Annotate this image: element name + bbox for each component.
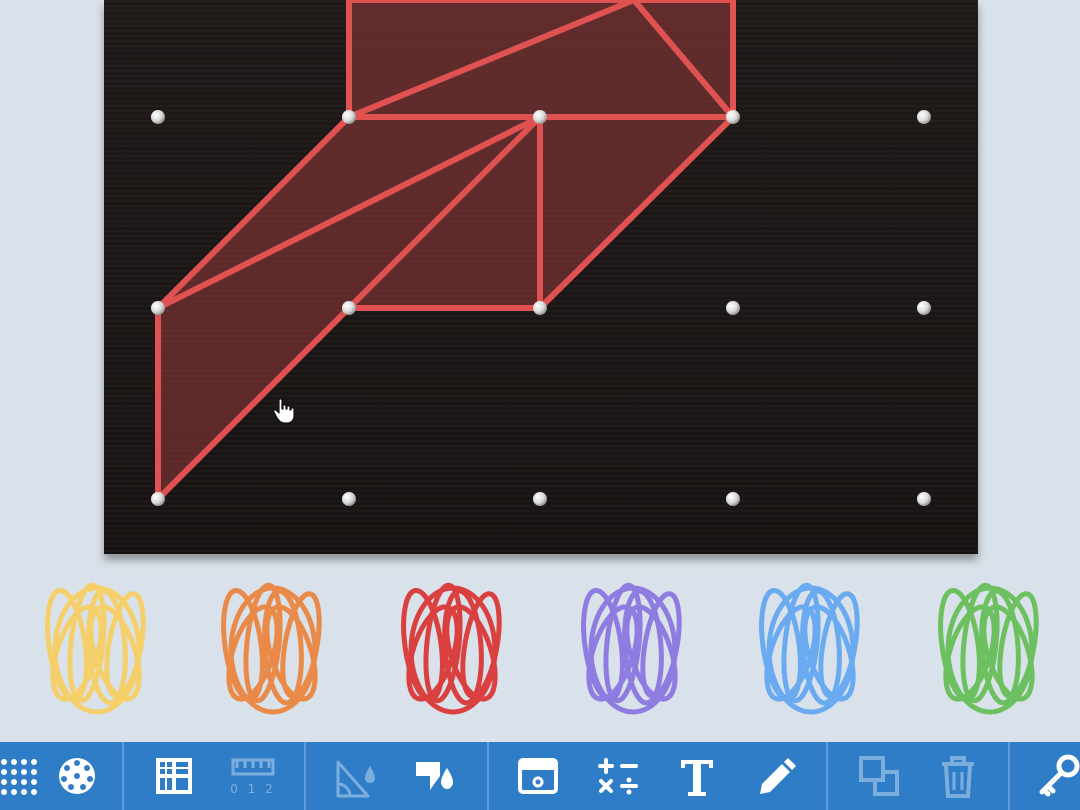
peg[interactable] bbox=[726, 492, 740, 506]
pencil-button[interactable] bbox=[752, 752, 800, 800]
band-pile-green[interactable] bbox=[930, 575, 1050, 720]
toolbar-divider bbox=[487, 742, 489, 810]
toolbar-divider bbox=[122, 742, 124, 810]
grid-lines-button[interactable] bbox=[150, 752, 198, 800]
peg[interactable] bbox=[342, 301, 356, 315]
toolbar-divider bbox=[1008, 742, 1010, 810]
peg[interactable] bbox=[151, 301, 165, 315]
rubber-band-icon bbox=[759, 582, 860, 715]
rubber-band-icon bbox=[221, 582, 322, 715]
peg[interactable] bbox=[533, 301, 547, 315]
peg[interactable] bbox=[151, 110, 165, 124]
text-icon bbox=[681, 760, 713, 796]
ruler-button[interactable]: 0 1 2 bbox=[229, 752, 277, 800]
duplicate-icon bbox=[859, 756, 899, 796]
grid-lines-icon bbox=[156, 758, 192, 794]
circle-dots-icon bbox=[59, 758, 95, 794]
text-tool-button[interactable] bbox=[673, 752, 721, 800]
grid-dots-icon bbox=[1, 759, 37, 795]
trash-icon bbox=[942, 756, 974, 798]
hand-cursor-icon bbox=[273, 398, 295, 424]
pencil-icon bbox=[760, 758, 796, 794]
delete-button[interactable] bbox=[934, 752, 982, 800]
ruler-numbers: 0 1 2 bbox=[230, 782, 276, 796]
fill-paint-icon bbox=[416, 762, 453, 790]
hide-board-icon bbox=[518, 758, 558, 794]
angle-measure-button[interactable] bbox=[334, 752, 382, 800]
band-pile-red[interactable] bbox=[393, 575, 513, 720]
math-operations-icon bbox=[598, 758, 638, 795]
peg[interactable] bbox=[917, 110, 931, 124]
peg[interactable] bbox=[151, 492, 165, 506]
math-operations-button[interactable] bbox=[594, 752, 642, 800]
peg[interactable] bbox=[917, 301, 931, 315]
geoboard[interactable] bbox=[104, 0, 978, 554]
peg[interactable] bbox=[533, 110, 547, 124]
rubber-band-icon bbox=[45, 582, 146, 715]
peg[interactable] bbox=[726, 301, 740, 315]
band-shape-top[interactable] bbox=[346, 0, 736, 120]
band-pile-orange[interactable] bbox=[213, 575, 333, 720]
toolbar-divider bbox=[304, 742, 306, 810]
duplicate-button[interactable] bbox=[855, 752, 903, 800]
hide-board-button[interactable] bbox=[514, 752, 562, 800]
key-icon bbox=[1039, 754, 1080, 797]
band-shape-right[interactable] bbox=[537, 114, 736, 311]
band-tray bbox=[0, 575, 1080, 725]
peg[interactable] bbox=[342, 492, 356, 506]
fill-paint-button[interactable] bbox=[410, 752, 458, 800]
band-pile-blue[interactable] bbox=[751, 575, 871, 720]
circle-dots-button[interactable] bbox=[53, 752, 101, 800]
geoboard-canvas[interactable] bbox=[104, 0, 978, 554]
peg[interactable] bbox=[342, 110, 356, 124]
peg[interactable] bbox=[917, 492, 931, 506]
band-pile-purple[interactable] bbox=[573, 575, 693, 720]
rubber-band-icon bbox=[401, 582, 502, 715]
rubber-band-icon bbox=[581, 582, 682, 715]
toolbar-divider bbox=[826, 742, 828, 810]
toolbar: 0 1 2 bbox=[0, 742, 1080, 810]
angle-measure-icon bbox=[336, 760, 375, 798]
key-button[interactable] bbox=[1036, 752, 1080, 800]
grid-dots-button[interactable] bbox=[0, 752, 42, 800]
peg[interactable] bbox=[726, 110, 740, 124]
peg[interactable] bbox=[533, 492, 547, 506]
rubber-band-icon bbox=[938, 582, 1039, 715]
band-pile-yellow[interactable] bbox=[37, 575, 157, 720]
